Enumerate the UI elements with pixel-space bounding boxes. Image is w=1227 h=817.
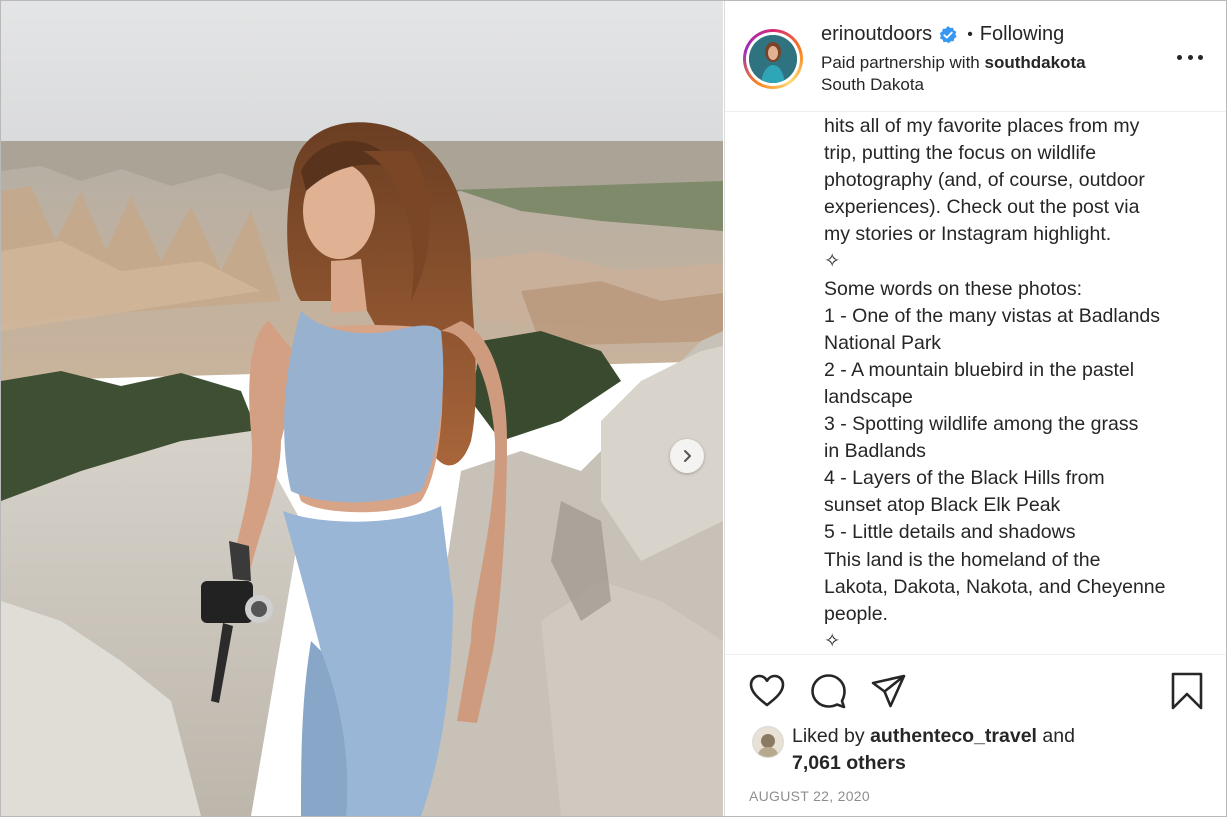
caption-line: hits all of my favorite places from my	[824, 115, 1140, 137]
verified-badge-icon	[938, 25, 958, 45]
chevron-right-icon	[684, 450, 691, 462]
caption-line: sunset atop Black Elk Peak	[824, 494, 1061, 517]
caption-line: Lakota, Dakota, Nakota, and Cheyenne	[824, 575, 1166, 598]
liker-username-link[interactable]: authenteco_travel	[870, 725, 1037, 747]
partnership-label: Paid partnership with	[821, 53, 980, 72]
instagram-post-window: erinoutdoors • Following Paid partnershi…	[0, 0, 1227, 817]
heart-icon	[749, 674, 785, 707]
caption-line: This land is the homeland of the	[824, 548, 1101, 571]
likes-conjunction: and	[1042, 725, 1075, 747]
location-link[interactable]: South Dakota	[821, 75, 924, 95]
caption-line: National Park	[824, 331, 942, 354]
bookmark-icon	[1171, 672, 1203, 710]
partnership-line: Paid partnership with southdakota	[821, 53, 1086, 73]
caption-line: people.	[824, 602, 888, 625]
caption-line: 5 - Little details and shadows	[824, 521, 1076, 544]
badlands-photo-image	[1, 1, 723, 816]
avatar[interactable]	[749, 35, 797, 83]
share-button[interactable]	[870, 673, 908, 714]
following-button[interactable]: Following	[980, 23, 1064, 46]
caption-line: ✧	[824, 250, 841, 273]
post-photo[interactable]	[1, 1, 723, 816]
caption-text: hits all of my favorite places from my t…	[824, 113, 1204, 653]
share-icon	[871, 674, 906, 708]
likes-count-link[interactable]: 7,061 others	[792, 750, 906, 777]
liked-by-label: Liked by	[792, 725, 865, 747]
likes-line: Liked by authenteco_travel and	[792, 723, 1075, 750]
comment-icon	[811, 674, 846, 709]
username-link[interactable]: erinoutdoors	[821, 23, 932, 46]
story-ring[interactable]	[743, 29, 803, 89]
partner-link[interactable]: southdakota	[985, 53, 1086, 72]
separator-dot: •	[967, 25, 973, 43]
username-row: erinoutdoors • Following	[821, 23, 1064, 46]
post-date[interactable]: AUGUST 22, 2020	[749, 788, 870, 804]
like-button[interactable]	[748, 673, 786, 714]
post-actions: Liked by authenteco_travel and 7,061 oth…	[725, 654, 1226, 815]
caption-line: 4 - Layers of the Black Hills from	[824, 467, 1105, 490]
next-photo-button[interactable]	[670, 439, 704, 473]
caption-line: photography (and, of course, outdoor	[824, 169, 1145, 192]
caption-line: 2 - A mountain bluebird in the pastel	[824, 358, 1135, 381]
post-header: erinoutdoors • Following Paid partnershi…	[725, 1, 1226, 112]
caption-line: Some words on these photos:	[824, 277, 1082, 300]
caption-line: ✧	[824, 629, 841, 652]
caption-line: trip, putting the focus on wildlife	[824, 142, 1097, 165]
caption-line: landscape	[824, 385, 913, 408]
caption-line: my stories or Instagram highlight.	[824, 223, 1112, 246]
caption-line: in Badlands	[824, 440, 926, 463]
caption-line: 1 - One of the many vistas at Badlands	[824, 304, 1161, 327]
more-options-icon[interactable]	[1177, 49, 1203, 65]
caption-line: 3 - Spotting wildlife among the grass	[824, 413, 1139, 436]
post-details-panel: erinoutdoors • Following Paid partnershi…	[724, 1, 1226, 816]
caption-line: experiences). Check out the post via	[824, 196, 1140, 219]
comment-button[interactable]	[809, 673, 847, 714]
liker-avatar[interactable]	[752, 726, 784, 758]
save-button[interactable]	[1169, 671, 1205, 716]
